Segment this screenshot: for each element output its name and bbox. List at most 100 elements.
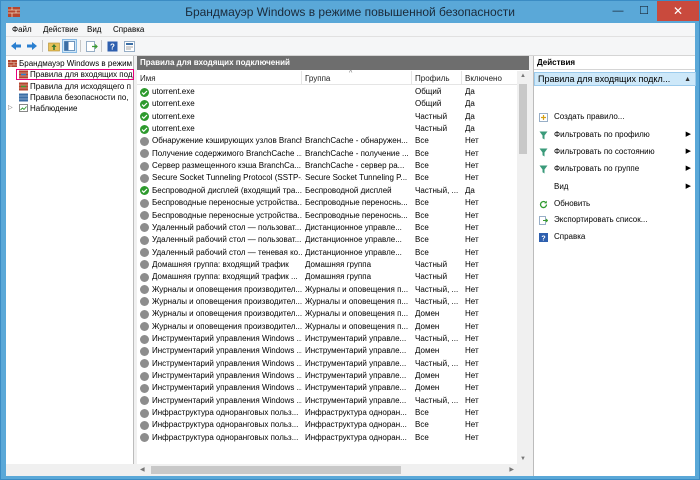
column-header-label: Имя xyxy=(140,74,156,83)
menu-action[interactable]: Действие xyxy=(43,25,78,34)
rule-row[interactable]: Инструментарий управления Windows ... Инс… xyxy=(137,382,517,394)
rule-row[interactable]: Удаленный рабочий стол — пользоват... Дис… xyxy=(137,222,517,234)
client-area: Файл Действие Вид Справка ? Брандмауэр W… xyxy=(6,23,696,476)
action-item[interactable]: Создать правило... xyxy=(534,110,696,124)
rule-row[interactable]: Инструментарий управления Windows ... Инс… xyxy=(137,333,517,345)
rule-enabled-cell: Нет xyxy=(465,272,479,282)
tree-item-outbound-rules[interactable]: Правила для исходящего п xyxy=(16,81,134,92)
rule-row[interactable]: Удаленный рабочий стол — теневая ко... Ди… xyxy=(137,247,517,259)
scroll-left-icon[interactable]: ◀ xyxy=(140,466,145,473)
rule-row[interactable]: utorrent.exe Частный Да xyxy=(137,123,517,135)
rule-group-cell: Домашняя группа xyxy=(305,259,372,269)
rule-name-cell: Инструментарий управления Windows ... xyxy=(152,383,302,393)
rule-row[interactable]: Журналы и оповещения производител... Журн… xyxy=(137,321,517,333)
rule-row[interactable]: Инфраструктура одноранговых польз... Инфр… xyxy=(137,419,517,431)
tree-item-label: Правила для входящих под xyxy=(30,70,133,79)
rule-enabled-cell: Нет xyxy=(465,148,479,158)
menu-file[interactable]: Файл xyxy=(12,25,32,34)
forward-button[interactable] xyxy=(24,39,39,53)
refresh-icon xyxy=(539,200,548,209)
scroll-up-icon[interactable]: ▲ xyxy=(520,73,526,79)
rule-row[interactable]: Инструментарий управления Windows ... Инс… xyxy=(137,345,517,357)
scroll-down-icon[interactable]: ▼ xyxy=(520,456,526,462)
scroll-right-icon[interactable]: ▶ xyxy=(509,466,514,473)
action-item[interactable]: Фильтровать по профилю ▶ xyxy=(534,128,696,142)
collapse-arrow-icon[interactable]: ▲ xyxy=(684,73,691,86)
export-list-button[interactable] xyxy=(84,39,99,53)
vertical-scroll-thumb[interactable] xyxy=(519,84,527,154)
rule-row[interactable]: Инструментарий управления Windows ... Инс… xyxy=(137,370,517,382)
horizontal-scroll-thumb[interactable] xyxy=(151,466,401,474)
rule-enabled-icon xyxy=(140,99,149,109)
rule-enabled-cell: Да xyxy=(465,185,475,195)
rule-row[interactable]: Домашняя группа: входящий трафик Домашняя… xyxy=(137,259,517,271)
rule-group-cell: BranchCache - сервер ра... xyxy=(305,161,405,171)
rule-row[interactable]: Инфраструктура одноранговых польз... Инфр… xyxy=(137,407,517,419)
column-header-name[interactable]: Имя xyxy=(137,71,302,85)
column-header-group[interactable]: Группа ^ xyxy=(302,70,412,85)
horizontal-scrollbar[interactable]: ◀ ▶ xyxy=(137,464,517,476)
toolbar-separator xyxy=(42,40,43,52)
rule-row[interactable]: Беспроводной дисплей (входящий тра... Бес… xyxy=(137,185,517,197)
back-button[interactable] xyxy=(8,39,23,53)
rule-profile-cell: Частный xyxy=(415,111,448,121)
rule-row[interactable]: Secure Socket Tunneling Protocol (SSTP-.… xyxy=(137,172,517,184)
menu-view[interactable]: Вид xyxy=(87,25,101,34)
properties-button[interactable] xyxy=(122,39,137,53)
rule-profile-cell: Частный, ... xyxy=(415,284,459,294)
rule-name-cell: Инфраструктура одноранговых польз... xyxy=(152,408,299,418)
rule-row[interactable]: utorrent.exe Общий Да xyxy=(137,98,517,110)
column-header-profile[interactable]: Профиль xyxy=(412,71,462,85)
rule-row[interactable]: Получение содержимого BranchCache ... Bra… xyxy=(137,148,517,160)
close-button[interactable]: ✕ xyxy=(657,1,699,21)
tree-item-connection-security-rules[interactable]: Правила безопасности по, xyxy=(16,92,134,103)
rule-row[interactable]: Сервер размещенного кэша BranchCa... Bran… xyxy=(137,160,517,172)
rule-enabled-cell: Да xyxy=(465,124,475,134)
monitoring-icon xyxy=(19,104,28,112)
rule-group-cell: Беспроводной дисплей xyxy=(305,185,392,195)
rule-enabled-cell: Нет xyxy=(465,395,479,405)
rule-name-cell: Домашняя группа: входящий трафик xyxy=(152,259,289,269)
rule-name-cell: Инструментарий управления Windows ... xyxy=(152,395,302,405)
rule-row[interactable]: Беспроводные переносные устройства... Бес… xyxy=(137,197,517,209)
rule-group-cell: BranchCache - получение ... xyxy=(305,148,409,158)
tree-item-root[interactable]: Брандмауэр Windows в режим xyxy=(6,58,134,69)
tree-item-inbound-rules[interactable]: Правила для входящих под xyxy=(16,69,134,80)
expand-chevron-icon[interactable]: ▷ xyxy=(8,103,13,114)
rule-disabled-icon xyxy=(140,309,149,319)
help-button[interactable]: ? xyxy=(105,39,120,53)
action-item[interactable]: Экспортировать список... xyxy=(534,213,696,227)
rule-row[interactable]: Обнаружение кэширующих узлов Branch... Br… xyxy=(137,135,517,147)
action-item[interactable]: Вид ▶ xyxy=(534,180,696,194)
action-item[interactable]: Фильтровать по группе ▶ xyxy=(534,162,696,176)
rule-row[interactable]: Журналы и оповещения производител... Журн… xyxy=(137,296,517,308)
console-tree-icon xyxy=(64,41,75,51)
rule-row[interactable]: utorrent.exe Частный Да xyxy=(137,111,517,123)
rule-row[interactable]: Инфраструктура одноранговых польз... Инфр… xyxy=(137,432,517,444)
rule-row[interactable]: Инструментарий управления Windows ... Инс… xyxy=(137,358,517,370)
rule-row[interactable]: Домашняя группа: входящий трафик ... Дома… xyxy=(137,271,517,283)
rule-group-cell: Журналы и оповещения п... xyxy=(305,296,409,306)
rule-row[interactable]: Беспроводные переносные устройства... Бес… xyxy=(137,210,517,222)
rule-row[interactable]: Журналы и оповещения производител... Журн… xyxy=(137,308,517,320)
maximize-button[interactable]: ☐ xyxy=(631,1,657,21)
title-bar[interactable]: Брандмауэр Windows в режиме повышенной б… xyxy=(1,1,699,23)
up-level-button[interactable] xyxy=(46,39,61,53)
rule-profile-cell: Частный, ... xyxy=(415,185,459,195)
vertical-scrollbar[interactable]: ▲ ▼ xyxy=(517,71,529,476)
action-item[interactable]: Обновить xyxy=(534,197,696,211)
actions-section-header[interactable]: Правила для входящих подкл... ▲ xyxy=(534,72,696,86)
rule-name-cell: Удаленный рабочий стол — теневая ко... xyxy=(152,247,302,257)
menu-help[interactable]: Справка xyxy=(113,25,144,34)
rule-row[interactable]: Удаленный рабочий стол — пользоват... Дис… xyxy=(137,234,517,246)
rule-profile-cell: Домен xyxy=(415,346,440,356)
rule-row[interactable]: Журналы и оповещения производител... Журн… xyxy=(137,284,517,296)
rule-row[interactable]: utorrent.exe Общий Да xyxy=(137,86,517,98)
action-item[interactable]: ? Справка xyxy=(534,230,696,244)
rule-row[interactable]: Инструментарий управления Windows ... Инс… xyxy=(137,395,517,407)
show-hide-console-tree-button[interactable] xyxy=(62,39,77,53)
action-item[interactable]: Фильтровать по состоянию ▶ xyxy=(534,145,696,159)
tree-item-monitoring[interactable]: ▷ Наблюдение xyxy=(6,103,134,114)
minimize-button[interactable]: — xyxy=(605,1,631,21)
column-header-enabled[interactable]: Включено xyxy=(462,71,517,85)
